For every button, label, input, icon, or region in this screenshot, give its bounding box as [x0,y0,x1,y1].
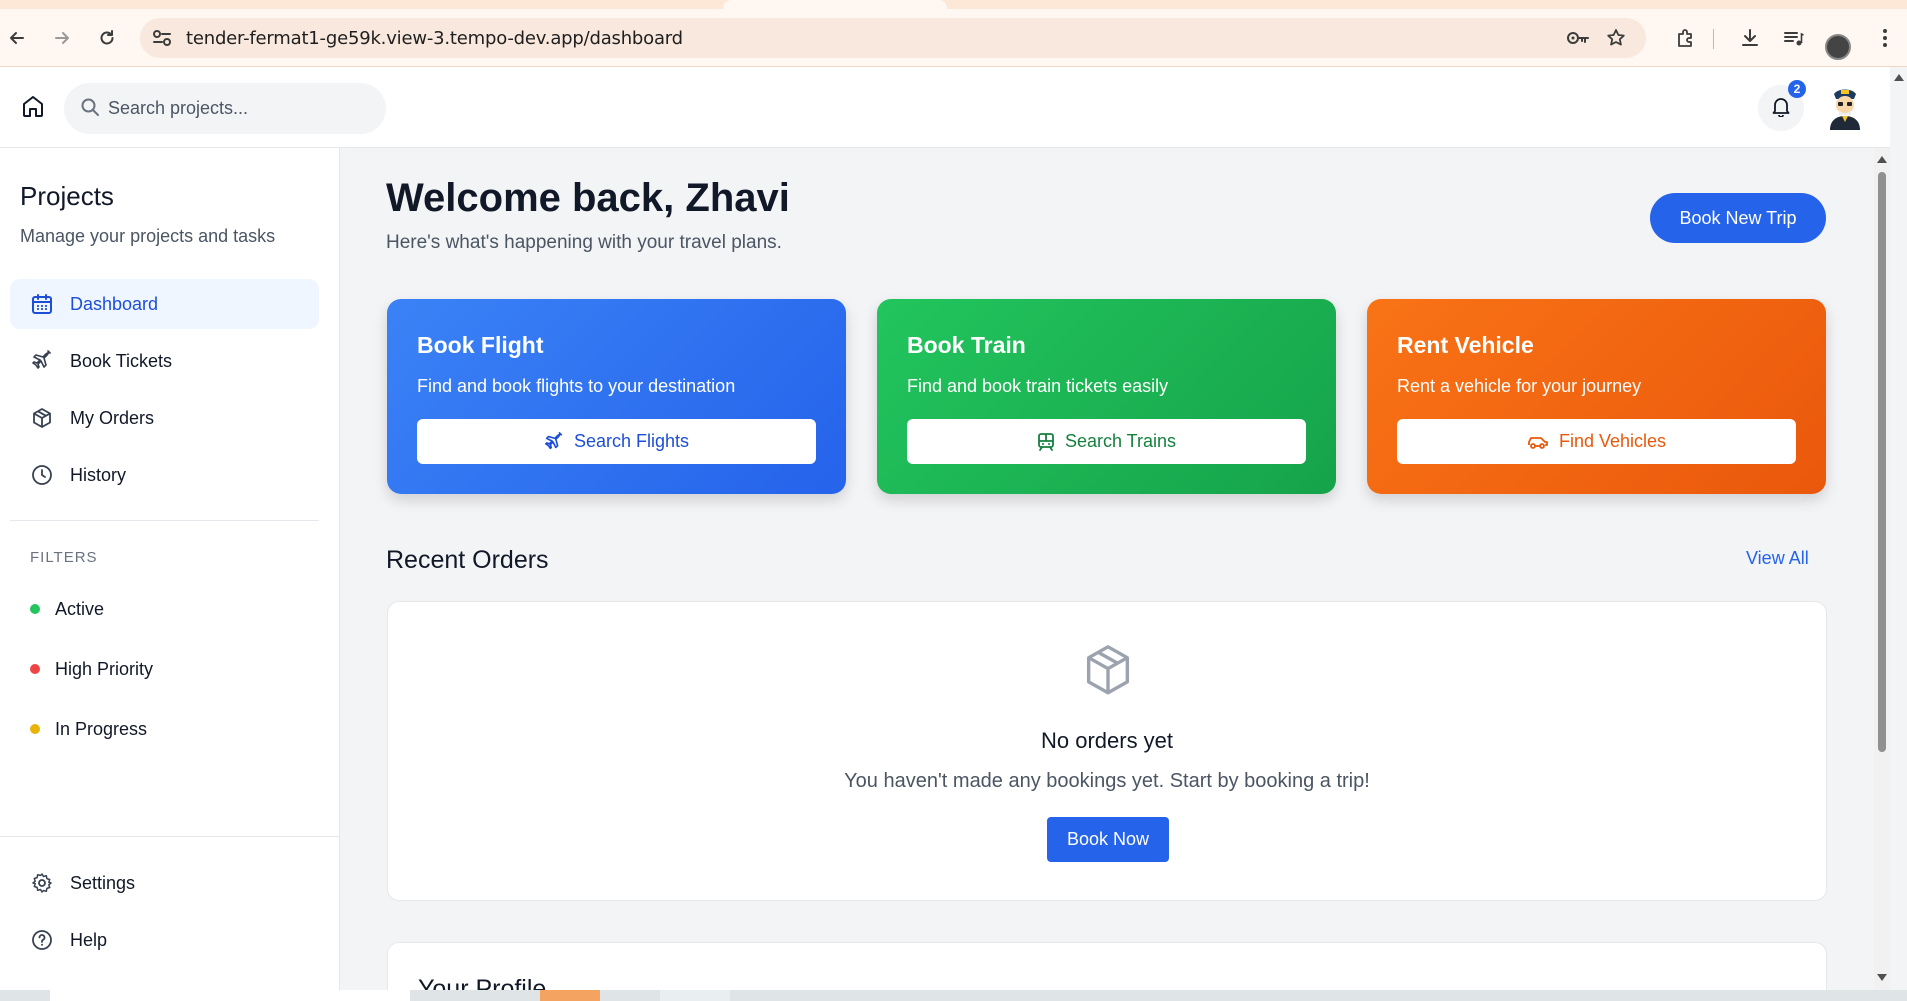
scroll-down-arrow[interactable] [1877,974,1887,981]
book-new-trip-button[interactable]: Book New Trip [1650,193,1826,243]
sidebar-item-help[interactable]: Help [10,915,319,965]
notification-badge: 2 [1788,80,1806,98]
sidebar-item-label: Settings [70,872,136,893]
sidebar-item-history[interactable]: History [10,450,319,500]
browser-menu-icon[interactable] [1868,21,1902,55]
sidebar-item-label: History [70,464,127,485]
sidebar-item-label: Book Tickets [70,350,173,371]
os-taskbar [0,990,1907,1001]
sidebar-item-dashboard[interactable]: Dashboard [10,279,319,329]
search-input[interactable] [108,83,368,134]
sidebar-item-label: Help [70,929,108,950]
taskbar-app-icon[interactable] [540,990,600,1001]
home-icon[interactable] [16,89,50,123]
sidebar-item-settings[interactable]: Settings [10,858,319,908]
recent-orders-panel: No orders yet You haven't made any booki… [387,601,1827,901]
status-dot-yellow [30,724,40,734]
browser-profile-avatar[interactable] [1825,34,1851,60]
card-description: Find and book train tickets easily [907,376,1169,396]
card-title: Book Train [907,332,1026,358]
sidebar-divider [10,520,319,521]
gear-icon [30,871,54,895]
package-icon [30,406,54,430]
reload-icon[interactable] [90,21,124,55]
search-container [64,83,386,134]
filter-label: In Progress [55,718,148,739]
package-icon [1081,642,1135,705]
rent-vehicle-card: Rent Vehicle Rent a vehicle for your jou… [1367,299,1826,494]
filter-high-priority[interactable]: High Priority [30,654,153,684]
empty-state-message: You haven't made any bookings yet. Start… [844,770,1370,792]
plane-icon [30,349,54,373]
plane-icon [544,431,564,452]
scroll-up-arrow[interactable] [1877,156,1887,163]
status-dot-green [30,604,40,614]
address-bar[interactable]: tender-fermat1-ge59k.view-3.tempo-dev.ap… [140,18,1646,58]
clock-icon [30,463,54,487]
user-avatar[interactable] [1824,84,1866,130]
filter-label: Active [55,598,105,619]
book-flight-card: Book Flight Find and book flights to you… [387,299,846,494]
browser-tab-strip [0,0,1907,9]
search-trains-button[interactable]: Search Trains [907,419,1306,464]
status-dot-red [30,664,40,674]
page-scrollbar[interactable] [1874,148,1890,990]
sidebar-title: Projects [20,181,114,211]
bookmark-star-icon[interactable] [1606,28,1626,53]
view-all-link[interactable]: View All [1746,548,1809,569]
scrollbar-thumb[interactable] [1878,172,1886,752]
card-description: Find and book flights to your destinatio… [417,376,736,396]
site-settings-icon[interactable] [152,29,172,52]
calendar-icon [30,292,54,316]
page-subtitle: Here's what's happening with your travel… [386,232,782,253]
sidebar-subtitle: Manage your projects and tasks [20,226,276,246]
toolbar-divider [1713,29,1714,49]
app-header: 2 [0,67,1890,148]
extensions-icon[interactable] [1669,21,1703,55]
card-title: Rent Vehicle [1397,332,1534,358]
sidebar: Projects Manage your projects and tasks … [0,148,340,990]
sidebar-item-book-tickets[interactable]: Book Tickets [10,336,319,386]
sidebar-item-label: My Orders [70,407,155,428]
back-icon[interactable] [0,21,34,55]
button-label: Search Flights [573,431,690,451]
main-content: Welcome back, Zhavi Here's what's happen… [341,148,1866,1001]
bell-icon [1770,95,1792,122]
password-key-icon[interactable] [1566,29,1590,52]
sidebar-item-label: Dashboard [70,293,159,314]
train-icon [1037,432,1055,452]
filters-heading: FILTERS [30,549,98,566]
button-label: Search Trains [1064,431,1177,451]
taskbar-app-icon[interactable] [660,990,730,1001]
browser-toolbar: tender-fermat1-ge59k.view-3.tempo-dev.ap… [0,9,1907,67]
card-description: Rent a vehicle for your journey [1397,376,1642,396]
sidebar-bottom-divider [0,836,340,837]
car-icon [1527,434,1549,450]
search-flights-button[interactable]: Search Flights [417,419,816,464]
help-circle-icon [30,928,54,952]
forward-icon[interactable] [45,21,79,55]
card-title: Book Flight [417,332,544,358]
empty-state-title: No orders yet [1040,728,1174,753]
taskbar-search-area[interactable] [50,990,410,1001]
find-vehicles-button[interactable]: Find Vehicles [1397,419,1796,464]
book-train-card: Book Train Find and book train tickets e… [877,299,1336,494]
download-icon[interactable] [1733,21,1767,55]
browser-active-tab[interactable] [723,0,947,9]
media-controls-icon[interactable] [1776,21,1810,55]
sidebar-item-my-orders[interactable]: My Orders [10,393,319,443]
filter-active[interactable]: Active [30,594,104,624]
button-label: Find Vehicles [1558,431,1667,451]
search-icon [80,97,100,122]
url-text: tender-fermat1-ge59k.view-3.tempo-dev.ap… [186,28,683,49]
page-scroll-up-arrow[interactable] [1894,74,1904,81]
book-now-button[interactable]: Book Now [1047,817,1169,862]
filter-in-progress[interactable]: In Progress [30,714,147,744]
filter-label: High Priority [55,658,154,679]
recent-orders-title: Recent Orders [386,546,549,574]
page-title: Welcome back, Zhavi [386,176,790,220]
